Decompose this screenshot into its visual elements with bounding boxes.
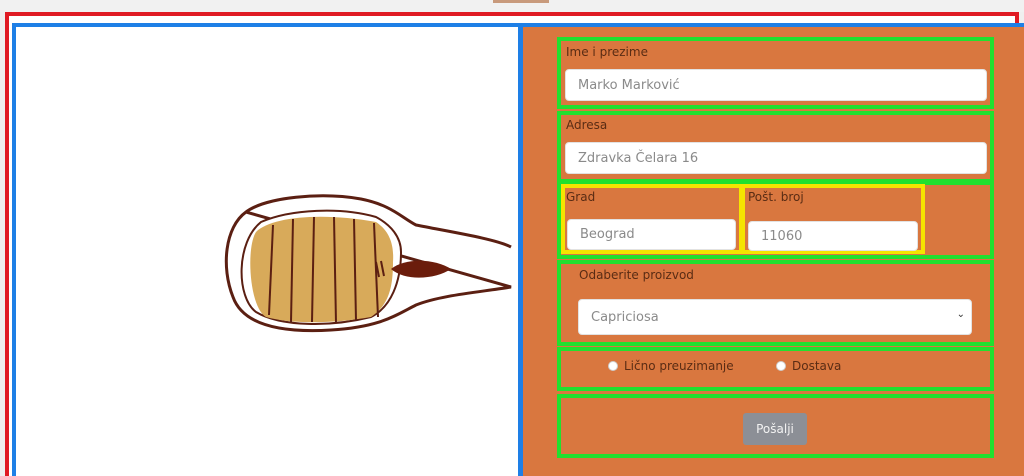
city-label: Grad [566,190,596,204]
radio-personal-pickup[interactable] [608,361,618,371]
pizza-slice-illustration [224,194,512,333]
address-label: Adresa [566,118,608,132]
address-input[interactable]: Zdravka Čelara 16 [565,142,987,174]
product-select[interactable]: Capriciosa ⌄ [578,299,972,335]
chevron-down-icon: ⌄ [956,309,965,320]
delivery-method-group [557,347,994,391]
illustration-pane [12,23,522,476]
active-nav-underline [493,0,549,3]
full-name-label: Ime i prezime [566,45,648,59]
radio-delivery-label: Dostava [792,359,842,373]
product-label: Odaberite proizvod [579,268,694,282]
submit-button[interactable]: Pošalji [743,413,807,445]
full-name-input[interactable]: Marko Marković [565,69,987,101]
radio-personal-pickup-label: Lično preuzimanje [624,359,734,373]
product-select-value: Capriciosa [591,309,659,325]
postal-code-label: Pošt. broj [748,190,804,204]
city-input[interactable]: Beograd [567,219,736,250]
postal-code-input[interactable]: 11060 [748,221,918,251]
radio-delivery[interactable] [776,361,786,371]
